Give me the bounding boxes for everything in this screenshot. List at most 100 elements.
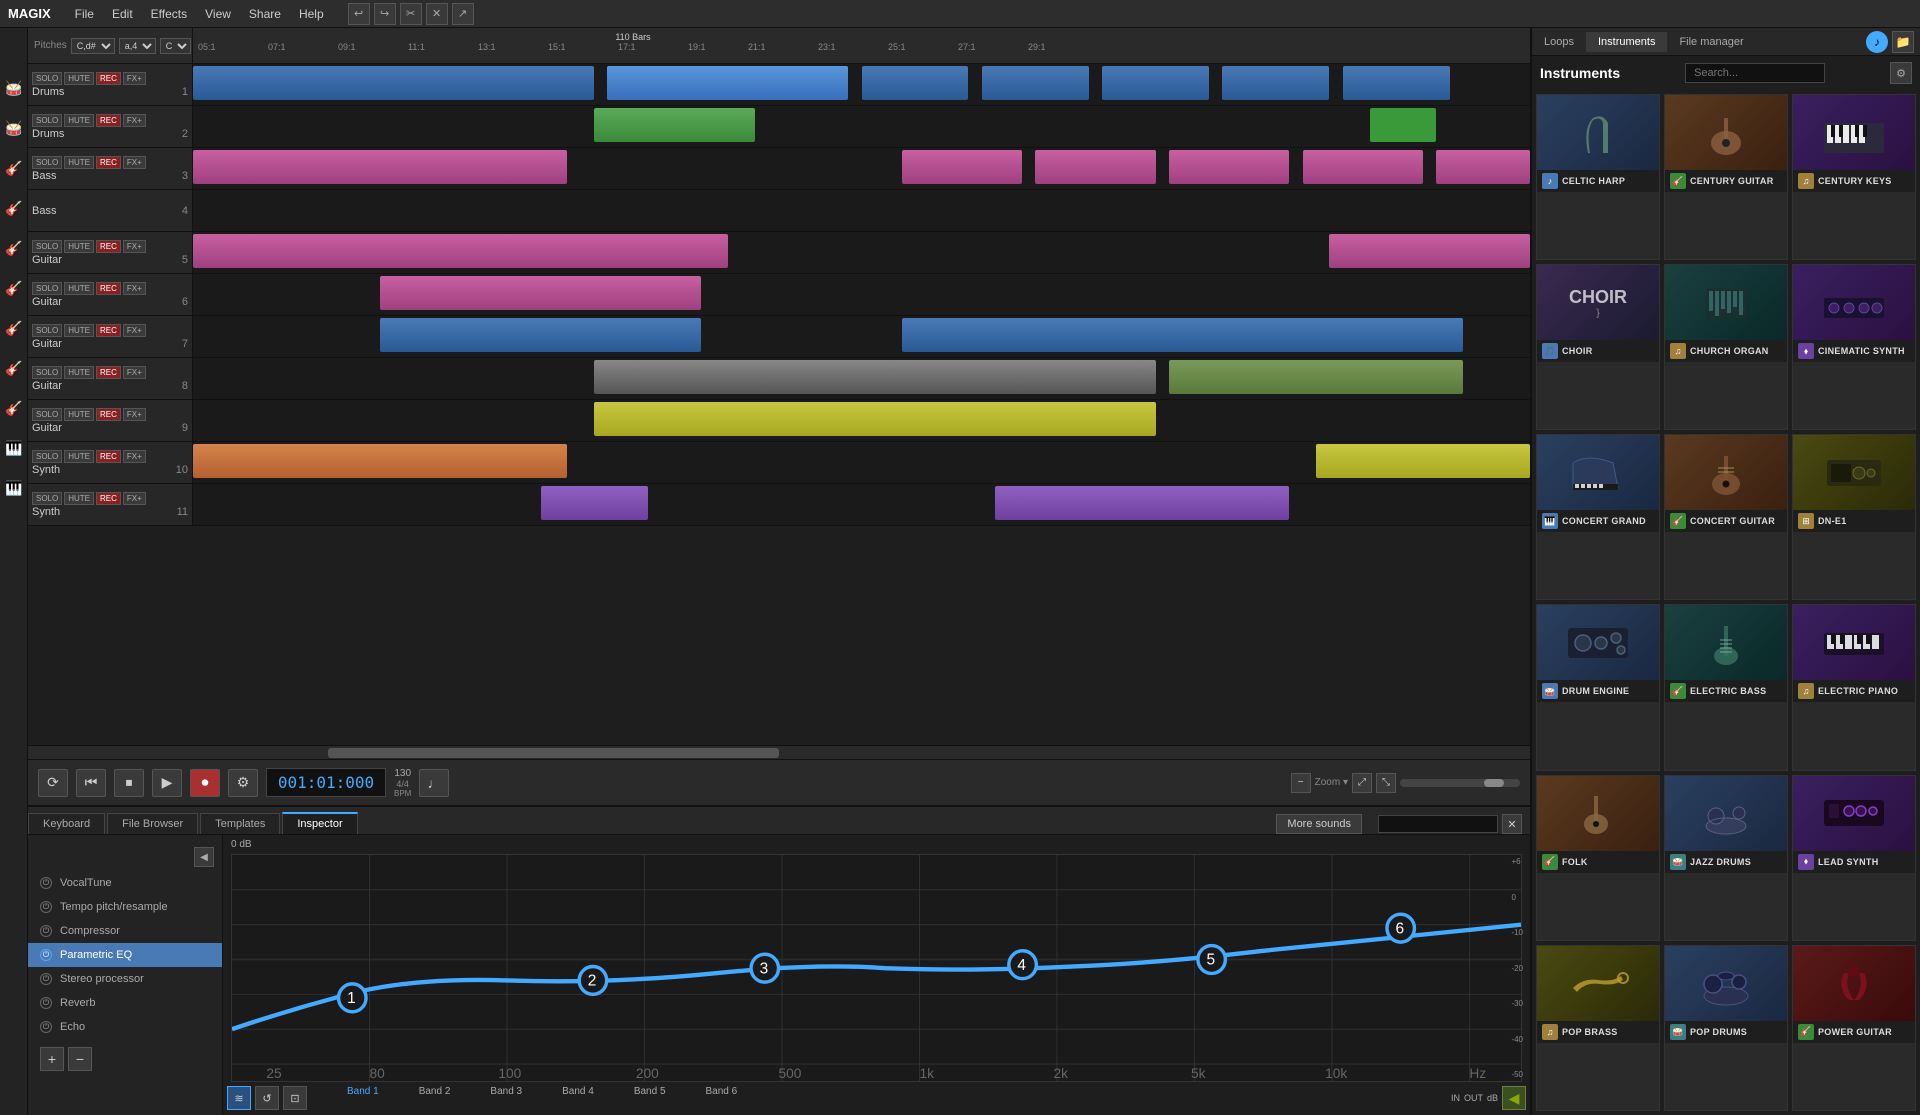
solo-btn-8[interactable]: SOLO [32, 366, 62, 379]
rec-btn-5[interactable]: REC [96, 240, 121, 253]
fx-btn-5[interactable]: FX+ [123, 240, 146, 253]
minimize-button[interactable]: ⤡ [1376, 773, 1396, 793]
scale-select[interactable]: C [160, 38, 191, 54]
track-content-4[interactable] [193, 190, 1530, 231]
solo-btn-9[interactable]: SOLO [32, 408, 62, 421]
mute-btn-6[interactable]: HUTE [64, 282, 94, 295]
track-content-6[interactable] [193, 274, 1530, 315]
close-inspector-button[interactable]: ✕ [1502, 814, 1522, 834]
eq-band-2-tab[interactable]: Band 2 [419, 1086, 451, 1110]
settings-button[interactable]: ⚙ [228, 769, 258, 797]
track-icon-guitar2[interactable]: 🎸 [0, 268, 28, 308]
zoom-out-icon[interactable]: − [1291, 773, 1311, 793]
solo-btn-5[interactable]: SOLO [32, 240, 62, 253]
tab-keyboard[interactable]: Keyboard [28, 813, 105, 834]
fx-power-echo[interactable]: ⏻ [40, 1021, 52, 1033]
track-content-8[interactable] [193, 358, 1530, 399]
mute-btn-11[interactable]: HUTE [64, 492, 94, 505]
fx-parametric-eq[interactable]: ⏻ Parametric EQ [28, 943, 222, 967]
track-icon-guitar1[interactable]: 🎸 [0, 228, 28, 268]
track-icon-synth2[interactable]: 🎹 [0, 468, 28, 508]
eq-confirm-button[interactable]: ◀ [1502, 1086, 1526, 1110]
instrument-browse-icon[interactable]: ♪ [1866, 31, 1888, 53]
instrument-jazz-drums[interactable]: 🥁 JAZZ DRUMS [1664, 775, 1788, 941]
solo-btn-11[interactable]: SOLO [32, 492, 62, 505]
fx-btn-8[interactable]: FX+ [123, 366, 146, 379]
fx-reverb[interactable]: ⏻ Reverb [28, 991, 222, 1015]
instrument-church-organ[interactable]: ♫ CHURCH ORGAN [1664, 264, 1788, 430]
eq-band-icon[interactable]: ≋ [227, 1086, 251, 1110]
fx-tempo[interactable]: ⏻ Tempo pitch/resample [28, 895, 222, 919]
instrument-folk[interactable]: 🎸 FOLK [1536, 775, 1660, 941]
timeline-ruler[interactable]: 05:1 07:1 09:1 11:1 13:1 15:1 17:1 19:1 … [193, 28, 1530, 63]
pitches-select[interactable]: C,d# [71, 38, 115, 54]
fx-power-compressor[interactable]: ⏻ [40, 925, 52, 937]
track-content-2[interactable] [193, 106, 1530, 147]
menu-help[interactable]: Help [291, 4, 332, 24]
scrollbar-thumb[interactable] [328, 748, 779, 758]
mute-btn-1[interactable]: HUTE [64, 72, 94, 85]
track-icon-bass[interactable]: 🎸 [0, 148, 28, 188]
mute-btn-2[interactable]: HUTE [64, 114, 94, 127]
instrument-electric-piano[interactable]: ♫ ELECTRIC PIANO [1792, 604, 1916, 770]
fx-power-eq[interactable]: ⏻ [40, 949, 52, 961]
stop-button[interactable]: ⏹ [114, 769, 144, 797]
eq-reset-button[interactable]: ↺ [255, 1086, 279, 1110]
eq-band-1-tab[interactable]: Band 1 [347, 1086, 379, 1110]
fx-btn-3[interactable]: FX+ [123, 156, 146, 169]
instruments-search-input[interactable] [1685, 63, 1825, 83]
instrument-cinematic-synth[interactable]: ⬧ CINEMATIC SYNTH [1792, 264, 1916, 430]
arrow-button[interactable]: ↗ [452, 3, 474, 25]
rec-btn-6[interactable]: REC [96, 282, 121, 295]
instrument-century-guitar[interactable]: 🎸 CENTURY GUITAR [1664, 94, 1788, 260]
fx-btn-9[interactable]: FX+ [123, 408, 146, 421]
rec-btn-11[interactable]: REC [96, 492, 121, 505]
track-content-9[interactable] [193, 400, 1530, 441]
tab-inspector[interactable]: Inspector [282, 812, 357, 834]
menu-edit[interactable]: Edit [104, 4, 141, 24]
solo-btn-10[interactable]: SOLO [32, 450, 62, 463]
rec-btn-8[interactable]: REC [96, 366, 121, 379]
master-volume-slider[interactable] [1400, 779, 1520, 787]
tab-file-browser[interactable]: File Browser [107, 813, 198, 834]
instrument-pop-brass[interactable]: ♫ POP BRASS [1536, 945, 1660, 1111]
rec-btn-9[interactable]: REC [96, 408, 121, 421]
instrument-power-guitar[interactable]: 🎸 POWER GUITAR [1792, 945, 1916, 1111]
more-sounds-button[interactable]: More sounds [1276, 814, 1362, 834]
track-icon-guitar4[interactable]: 🎸 [0, 348, 28, 388]
track-content-10[interactable] [193, 442, 1530, 483]
rtab-loops[interactable]: Loops [1532, 32, 1586, 52]
mute-btn-5[interactable]: HUTE [64, 240, 94, 253]
rtab-instruments[interactable]: Instruments [1586, 32, 1667, 52]
play-button[interactable]: ▶ [152, 769, 182, 797]
cut-button[interactable]: ✂ [400, 3, 422, 25]
eq-canvas-area[interactable]: 1 2 3 4 5 [231, 854, 1522, 1082]
fx-power-vocaltune[interactable]: ⏻ [40, 877, 52, 889]
menu-file[interactable]: File [67, 4, 102, 24]
menu-view[interactable]: View [197, 4, 239, 24]
instrument-lead-synth[interactable]: ⬧ LEAD SYNTH [1792, 775, 1916, 941]
fx-power-tempo[interactable]: ⏻ [40, 901, 52, 913]
solo-btn-2[interactable]: SOLO [32, 114, 62, 127]
fx-btn-7[interactable]: FX+ [123, 324, 146, 337]
solo-btn-7[interactable]: SOLO [32, 324, 62, 337]
eq-band-5-tab[interactable]: Band 5 [634, 1086, 666, 1110]
fx-stereo[interactable]: ⏻ Stereo processor [28, 967, 222, 991]
mute-btn-7[interactable]: HUTE [64, 324, 94, 337]
eq-band-3-tab[interactable]: Band 3 [490, 1086, 522, 1110]
fx-remove-button[interactable]: − [68, 1047, 92, 1071]
fx-btn-1[interactable]: FX+ [123, 72, 146, 85]
track-content-7[interactable] [193, 316, 1530, 357]
solo-btn-1[interactable]: SOLO [32, 72, 62, 85]
track-content-3[interactable] [193, 148, 1530, 189]
horizontal-scrollbar[interactable] [28, 745, 1530, 759]
track-icon-bass2[interactable]: 🎸 [0, 188, 28, 228]
fx-btn-10[interactable]: FX+ [123, 450, 146, 463]
track-content-5[interactable] [193, 232, 1530, 273]
fx-power-stereo[interactable]: ⏻ [40, 973, 52, 985]
key-select[interactable]: a,4 [119, 38, 156, 54]
instrument-concert-guitar[interactable]: 🎸 CONCERT GUITAR [1664, 434, 1788, 600]
instrument-concert-grand[interactable]: 🎹 CONCERT GRAND [1536, 434, 1660, 600]
instrument-drum-engine[interactable]: 🥁 DRUM ENGINE [1536, 604, 1660, 770]
instrument-century-keys[interactable]: ♫ CENTURY KEYS [1792, 94, 1916, 260]
